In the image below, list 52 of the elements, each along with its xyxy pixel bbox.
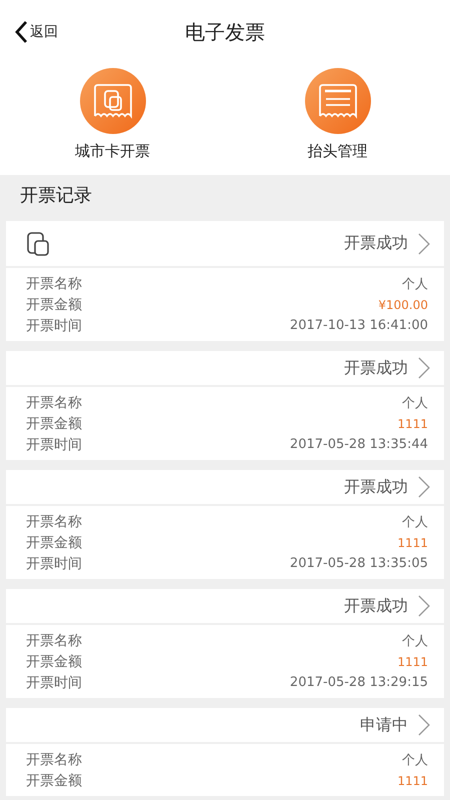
field-value: 个人 <box>402 394 428 412</box>
field-label: 开票时间 <box>26 316 82 334</box>
record-header[interactable]: 开票成功 <box>6 221 444 266</box>
invoice-icon <box>304 68 370 134</box>
field-label: 开票时间 <box>26 554 82 572</box>
record-status: 开票成功 <box>344 233 408 254</box>
invoice-icon <box>80 68 146 134</box>
field-value: 2017-05-28 13:29:15 <box>290 675 428 690</box>
record-status: 开票成功 <box>344 596 408 616</box>
section-title: 开票记录 <box>19 184 93 208</box>
chevron-right-icon <box>418 232 430 254</box>
field-value: 个人 <box>402 276 428 292</box>
field-value: 个人 <box>402 514 428 530</box>
field-label: 开票金额 <box>26 652 82 670</box>
field-value: ¥100.00 <box>378 298 428 312</box>
field-label: 开票时间 <box>26 674 82 692</box>
field-label: 开票金额 <box>26 534 82 552</box>
field-label: 开票时间 <box>26 436 82 454</box>
field-label: 开票名称 <box>26 394 82 412</box>
field-label: 开票名称 <box>26 512 82 530</box>
record-status: 申请中 <box>360 714 408 736</box>
field-value: 2017-10-13 16:41:00 <box>290 318 428 333</box>
field-label: 开票金额 <box>26 296 82 314</box>
action-button[interactable]: 抬头管理 <box>278 68 398 161</box>
record-header[interactable]: 申请中 <box>6 708 444 742</box>
field-value: 1111 <box>397 654 428 668</box>
field-value: 2017-05-28 13:35:44 <box>290 437 428 452</box>
field-label: 开票名称 <box>26 274 82 292</box>
chevron-left-icon <box>14 20 28 44</box>
field-value: 1111 <box>397 536 428 550</box>
chevron-right-icon <box>418 595 430 617</box>
field-label: 开票名称 <box>26 750 82 768</box>
chevron-right-icon <box>418 357 430 379</box>
record-header[interactable]: 开票成功 <box>6 589 444 623</box>
field-value: 1111 <box>397 774 428 788</box>
page-title: 电子发票 <box>185 18 265 46</box>
record-status: 开票成功 <box>344 358 408 378</box>
field-value: 1111 <box>397 416 428 430</box>
action-button[interactable]: 城市卡开票 <box>52 68 172 161</box>
field-label: 开票金额 <box>26 414 82 432</box>
chevron-right-icon <box>418 476 430 498</box>
back-button[interactable]: 返回 <box>12 18 60 46</box>
field-label: 开票名称 <box>26 632 82 650</box>
card-icon <box>26 230 52 256</box>
field-value: 2017-05-28 13:35:05 <box>290 556 428 571</box>
field-value: 个人 <box>402 752 428 768</box>
chevron-right-icon <box>418 714 430 736</box>
field-label: 开票金额 <box>26 772 82 790</box>
record-header[interactable]: 开票成功 <box>6 351 444 385</box>
record-status: 开票成功 <box>344 476 408 498</box>
record-header[interactable]: 开票成功 <box>6 470 444 504</box>
field-value: 个人 <box>402 632 428 650</box>
